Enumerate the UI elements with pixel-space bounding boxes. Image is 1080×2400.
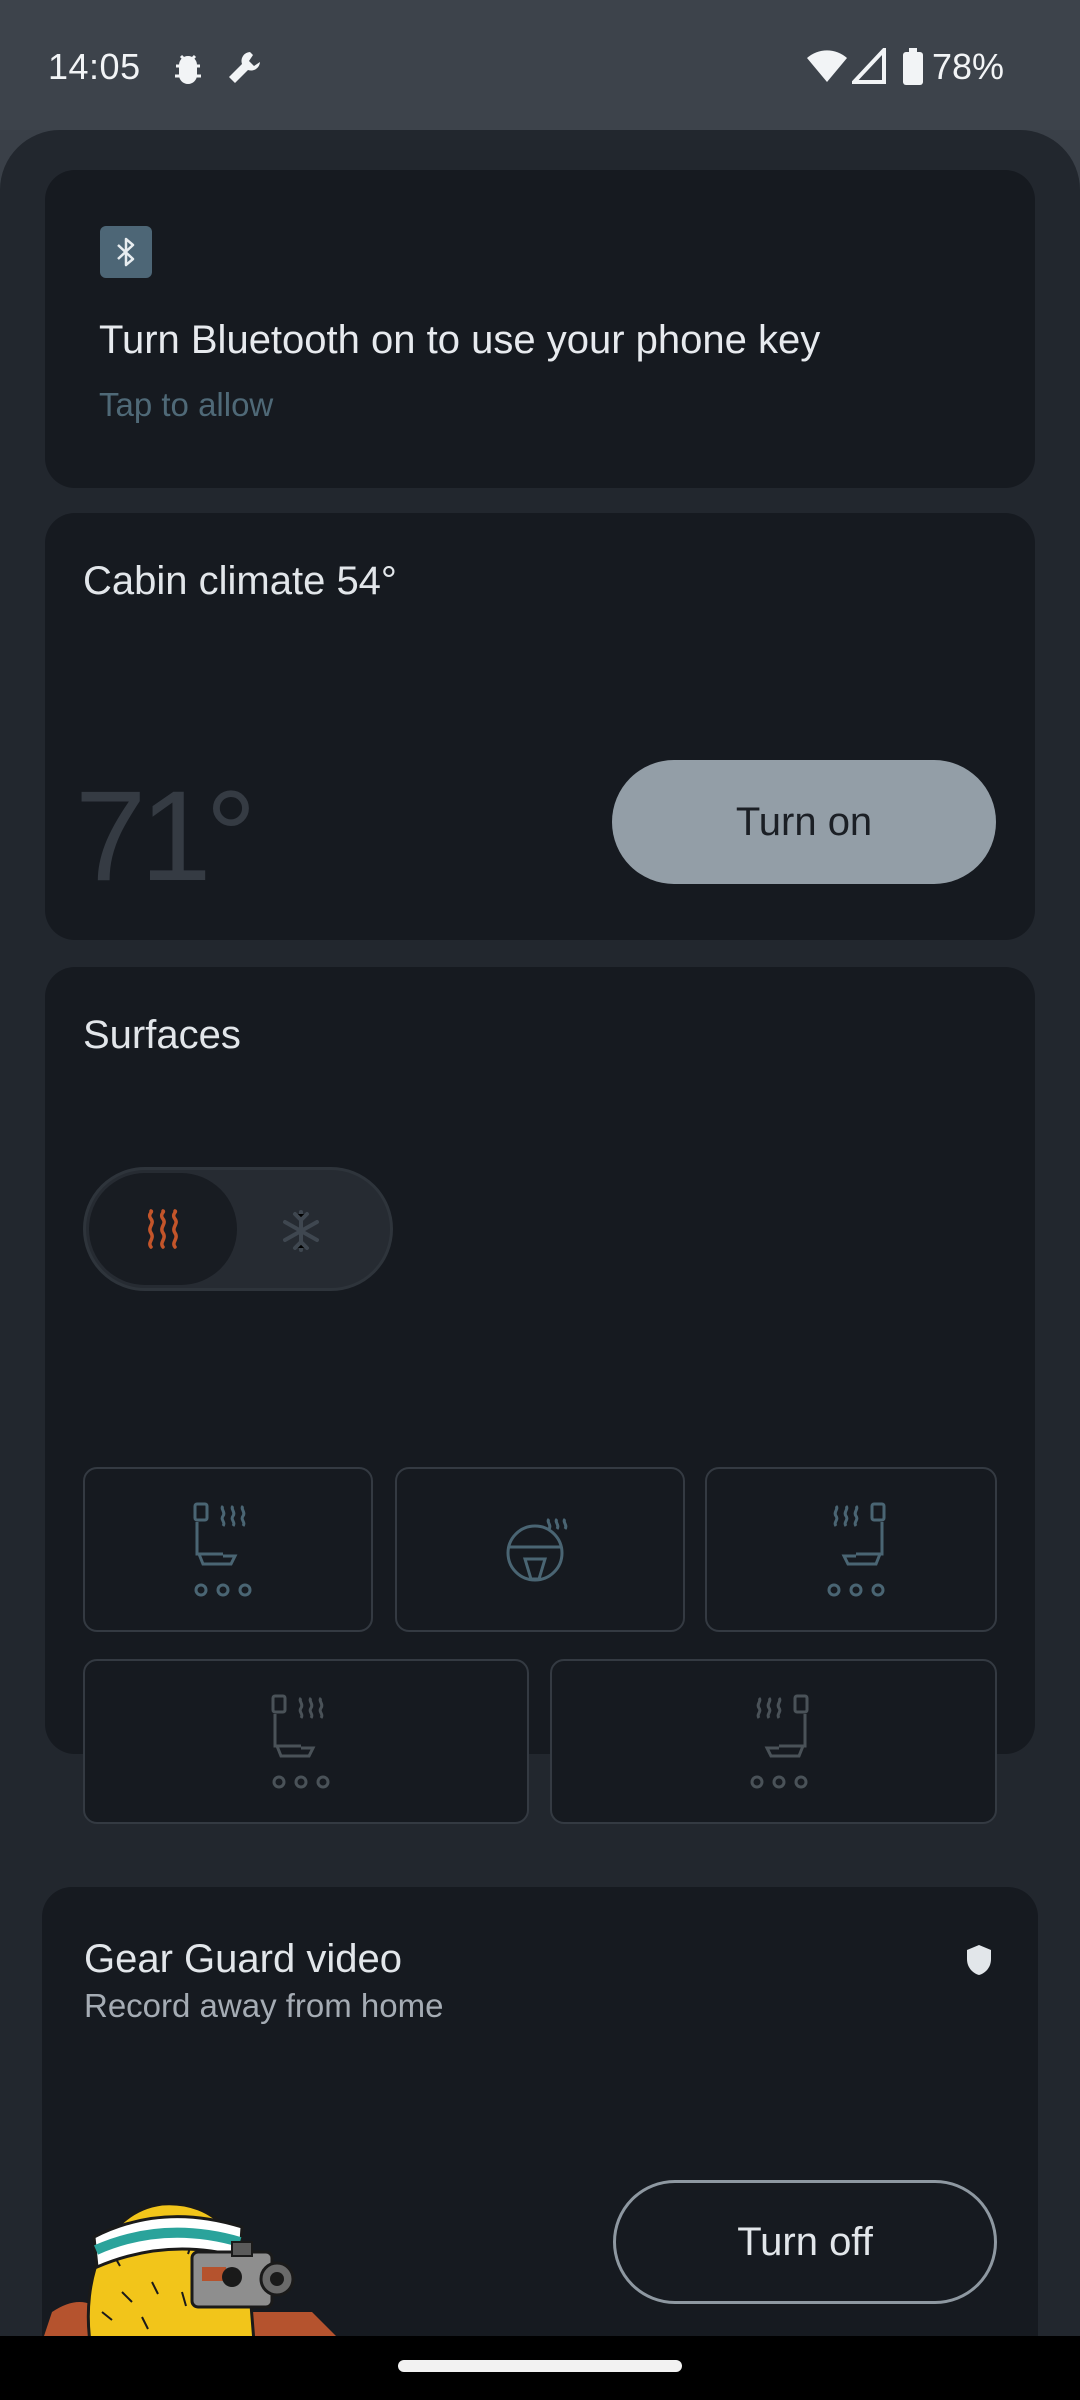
- rear-right-seat-heat-button[interactable]: [550, 1659, 997, 1824]
- cabin-climate-card: Cabin climate 54° 71° Turn on: [45, 513, 1035, 940]
- status-bar: 14:05 78%: [0, 0, 1080, 130]
- driver-seat-heat-button[interactable]: [83, 1467, 373, 1632]
- set-temperature: 71°: [75, 765, 257, 908]
- wrench-icon: [224, 48, 264, 93]
- steering-wheel-heat-button[interactable]: [395, 1467, 685, 1632]
- heated-seat-icon: [193, 1502, 252, 1596]
- bluetooth-icon: [100, 226, 152, 278]
- bluetooth-title: Turn Bluetooth on to use your phone key: [99, 318, 821, 362]
- gear-guard-card: Gear Guard video Record away from home T…: [42, 1887, 1038, 2336]
- heated-seat-icon: [827, 1502, 886, 1596]
- heat-cool-toggle[interactable]: [83, 1167, 393, 1291]
- cell-signal-icon: [849, 44, 886, 89]
- heat-mode-icon[interactable]: [89, 1173, 237, 1285]
- turn-on-button[interactable]: Turn on: [612, 760, 996, 884]
- status-time: 14:05: [48, 46, 141, 87]
- gear-guard-mascot-illustration: [42, 2142, 342, 2336]
- gear-guard-title: Gear Guard video: [84, 1937, 402, 1981]
- battery-percentage: 78%: [931, 46, 1004, 87]
- battery-icon: [902, 48, 924, 91]
- heated-steering-wheel-icon: [506, 1517, 568, 1581]
- wifi-icon: [806, 48, 848, 89]
- rear-left-seat-heat-button[interactable]: [83, 1659, 529, 1824]
- cool-mode-snowflake-icon[interactable]: [266, 1196, 336, 1271]
- surfaces-title: Surfaces: [83, 1013, 241, 1057]
- tap-to-allow-link[interactable]: Tap to allow: [99, 386, 273, 424]
- navigation-bar: [0, 2336, 1080, 2400]
- gear-guard-subtitle: Record away from home: [84, 1987, 444, 2024]
- heated-seat-icon: [750, 1694, 808, 1788]
- bluetooth-prompt-card[interactable]: Turn Bluetooth on to use your phone key …: [45, 170, 1035, 488]
- home-gesture-handle[interactable]: [398, 2360, 682, 2372]
- turn-off-button[interactable]: Turn off: [613, 2180, 997, 2304]
- surfaces-card: Surfaces: [45, 967, 1035, 1824]
- cabin-climate-title: Cabin climate 54°: [83, 559, 397, 603]
- passenger-seat-heat-button[interactable]: [705, 1467, 997, 1632]
- debug-bug-icon: [168, 48, 208, 93]
- shield-icon: [964, 1943, 994, 1982]
- heated-seat-icon: [271, 1694, 330, 1788]
